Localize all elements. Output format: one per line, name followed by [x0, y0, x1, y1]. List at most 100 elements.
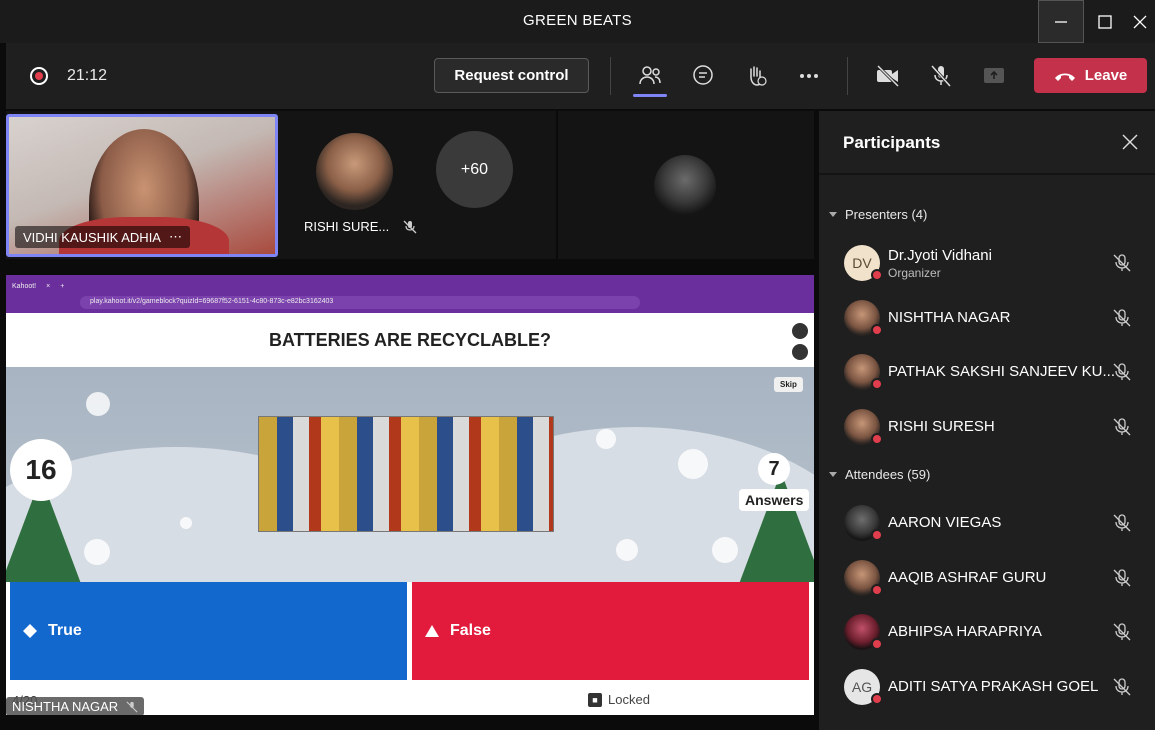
- answer-label: False: [450, 622, 491, 639]
- tile-divider: [556, 111, 558, 259]
- snowflake: [678, 449, 708, 479]
- status-badge: [871, 324, 883, 336]
- stage-bottom-edge: [6, 715, 814, 730]
- mic-muted-icon: [1113, 514, 1131, 532]
- toolbar-divider: [610, 57, 611, 95]
- toolbar-divider: [847, 57, 848, 95]
- video-name: VIDHI KAUSHIK ADHIA: [23, 229, 161, 245]
- chevron-down-icon: [829, 472, 837, 477]
- share-screen-button[interactable]: [979, 61, 1009, 91]
- more-actions-button[interactable]: [794, 61, 824, 91]
- leave-label: Leave: [1084, 67, 1128, 84]
- snowflake: [180, 517, 192, 529]
- video-name-tag: VIDHI KAUSHIK ADHIA ⋯: [15, 226, 190, 248]
- diamond-icon: [23, 624, 37, 638]
- url-bar[interactable]: play.kahoot.it/v2/gameblock?quizId=69687…: [80, 296, 640, 309]
- people-icon: [639, 66, 661, 85]
- video-strip: VIDHI KAUSHIK ADHIA ⋯ RISHI SURE... +60: [6, 111, 814, 259]
- window-title-bar: GREEN BEATS: [0, 0, 1155, 43]
- answers-count: 7: [758, 453, 790, 485]
- new-tab-icon[interactable]: +: [60, 283, 64, 290]
- phone-hangup-icon: [1054, 73, 1075, 81]
- answer-false-button[interactable]: False: [412, 582, 809, 680]
- skip-button[interactable]: Skip: [774, 377, 803, 392]
- share-icon: [984, 68, 1004, 83]
- participant-row[interactable]: AARON VIEGAS: [844, 503, 1144, 543]
- shared-screen: Kahoot! × + play.kahoot.it/v2/gameblock?…: [6, 275, 814, 715]
- mic-muted-icon: [1113, 623, 1131, 641]
- minimize-icon: [1055, 20, 1067, 23]
- close-panel-icon[interactable]: [1121, 133, 1139, 151]
- participant-row[interactable]: AG ADITI SATYA PRAKASH GOEL: [844, 667, 1144, 707]
- close-icon: [1133, 15, 1147, 28]
- camera-off-icon: [876, 64, 900, 88]
- presenter-name-tag: NISHTHA NAGAR: [6, 697, 145, 716]
- mic-off-icon: [930, 64, 952, 88]
- participant-row[interactable]: RISHI SURESH: [844, 407, 1144, 447]
- browser-tab[interactable]: Kahoot! × +: [12, 279, 64, 293]
- status-badge: [871, 269, 883, 281]
- mic-toggle-button[interactable]: [926, 61, 956, 91]
- attendees-section-header[interactable]: Attendees (59): [829, 467, 930, 482]
- participant-row[interactable]: NISHTHA NAGAR: [844, 298, 1144, 338]
- maximize-icon: [1098, 14, 1112, 29]
- answer-label: True: [48, 622, 82, 639]
- request-control-button[interactable]: Request control: [434, 58, 589, 93]
- question-image: [258, 416, 554, 532]
- mic-muted-icon: [1113, 363, 1131, 381]
- participant-row[interactable]: AAQIB ASHRAF GURU: [844, 558, 1144, 598]
- presenters-section-header[interactable]: Presenters (4): [829, 207, 927, 222]
- video-tile-main[interactable]: VIDHI KAUSHIK ADHIA ⋯: [6, 114, 278, 257]
- participant-name: AAQIB ASHRAF GURU: [888, 569, 1047, 586]
- chat-button[interactable]: [688, 61, 718, 91]
- leave-button[interactable]: Leave: [1034, 58, 1147, 93]
- chat-icon: [693, 65, 713, 85]
- participant-row[interactable]: DV Dr.Jyoti Vidhani Organizer: [844, 243, 1144, 283]
- section-label: Presenters (4): [845, 207, 928, 222]
- mic-muted-icon: [1113, 678, 1131, 696]
- participant-name: ABHIPSA HARAPRIYA: [888, 623, 1042, 640]
- mic-muted-icon: [1113, 569, 1131, 587]
- answer-true-button[interactable]: True: [10, 582, 407, 680]
- participant-role: Organizer: [888, 266, 941, 280]
- quiz-question: BATTERIES ARE RECYCLABLE?: [6, 313, 814, 367]
- participant-name: AARON VIEGAS: [888, 514, 1002, 531]
- recording-icon: [30, 67, 48, 85]
- panel-divider: [819, 173, 1155, 175]
- quiz-scene: 16 7 Answers Skip: [6, 367, 814, 582]
- avatar[interactable]: [316, 133, 393, 210]
- mic-muted-icon: [126, 700, 138, 713]
- video-name: RISHI SURE...: [304, 219, 390, 234]
- presenter-name: NISHTHA NAGAR: [12, 699, 119, 714]
- panel-title: Participants: [843, 133, 941, 152]
- triangle-icon: [425, 625, 439, 637]
- minimize-button[interactable]: [1038, 0, 1084, 43]
- snowflake: [712, 537, 738, 563]
- participant-name: ADITI SATYA PRAKASH GOEL: [888, 678, 1099, 695]
- raise-hand-button[interactable]: [741, 61, 771, 91]
- status-badge: [871, 693, 883, 705]
- status-badge: [871, 638, 883, 650]
- close-window-button[interactable]: [1125, 0, 1155, 43]
- video-tile-name: RISHI SURE...: [304, 219, 417, 234]
- participant-row[interactable]: PATHAK SAKSHI SANJEEV KU...: [844, 352, 1144, 392]
- participant-name: PATHAK SAKSHI SANJEEV KU...: [888, 363, 1116, 380]
- camera-toggle-button[interactable]: [873, 61, 903, 91]
- more-options-icon[interactable]: ⋯: [169, 229, 182, 245]
- sound-icon[interactable]: [792, 344, 808, 360]
- section-label: Attendees (59): [845, 467, 931, 482]
- mic-muted-icon: [1113, 418, 1131, 436]
- mic-muted-icon: [403, 220, 417, 233]
- lock-icon: ■: [588, 692, 602, 707]
- close-tab-icon[interactable]: ×: [46, 283, 50, 290]
- avatar-initials: DV: [852, 255, 872, 271]
- status-badge: [871, 378, 883, 390]
- people-button[interactable]: [635, 61, 665, 91]
- overflow-participants-button[interactable]: +60: [436, 131, 513, 208]
- participant-row[interactable]: ABHIPSA HARAPRIYA: [844, 612, 1144, 652]
- browser-tab-title: Kahoot!: [12, 282, 37, 290]
- avatar[interactable]: [654, 155, 716, 217]
- maximize-button[interactable]: [1082, 0, 1128, 43]
- snowflake: [596, 429, 616, 449]
- fullscreen-icon[interactable]: [792, 323, 808, 339]
